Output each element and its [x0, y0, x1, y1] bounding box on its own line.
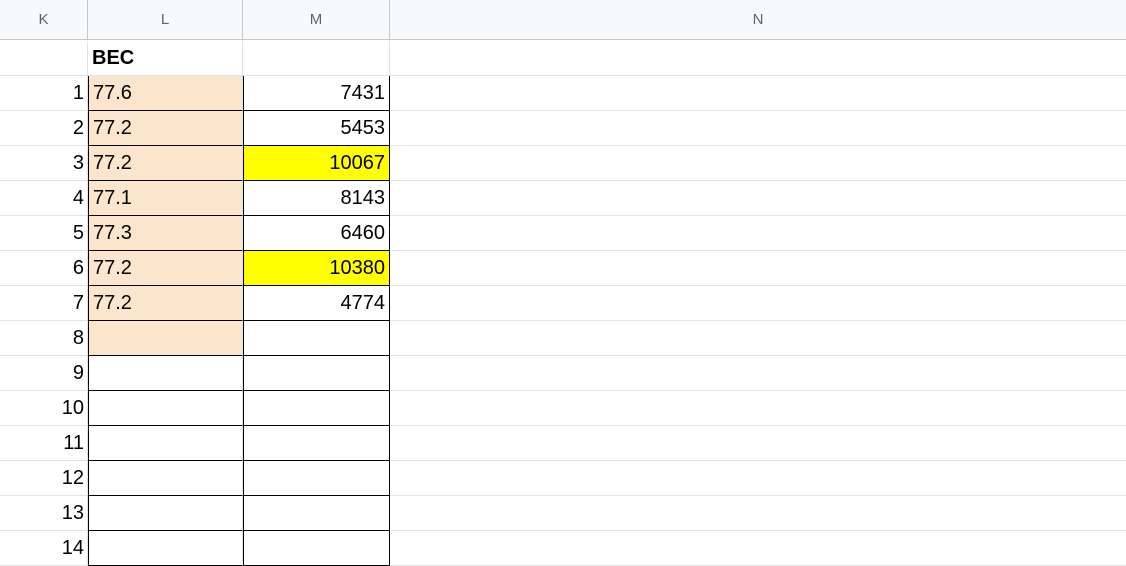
cell-k[interactable]: 4 [0, 181, 88, 216]
table-header-row: BEC [0, 41, 1126, 76]
cell-n[interactable] [390, 426, 1126, 461]
cell-n[interactable] [390, 111, 1126, 146]
cell-k[interactable]: 6 [0, 251, 88, 286]
table-row: 13 [0, 496, 1126, 531]
cell-n[interactable] [390, 76, 1126, 111]
cell-m[interactable] [243, 321, 390, 356]
cell-m[interactable]: 10380 [243, 251, 390, 286]
spreadsheet-grid: K L M N BEC 1 77.6 7431 2 77.2 5453 3 77.2 10067… [0, 0, 1126, 566]
cell-n[interactable] [390, 496, 1126, 531]
cell-m[interactable]: 5453 [243, 111, 390, 146]
table-row: 14 [0, 531, 1126, 566]
cell-n[interactable] [390, 216, 1126, 251]
cell-k[interactable]: 14 [0, 531, 88, 566]
cell-n[interactable] [390, 251, 1126, 286]
cell-k[interactable]: 12 [0, 461, 88, 496]
cell-l[interactable] [88, 531, 243, 566]
cell-k[interactable]: 10 [0, 391, 88, 426]
cell-m[interactable]: 7431 [243, 76, 390, 111]
cell-k-header[interactable] [0, 41, 88, 76]
cell-l[interactable]: 77.2 [88, 251, 243, 286]
cell-l[interactable] [88, 426, 243, 461]
cell-m[interactable]: 10067 [243, 146, 390, 181]
cell-m-header[interactable] [243, 41, 390, 76]
cell-m[interactable] [243, 461, 390, 496]
cell-k[interactable]: 1 [0, 76, 88, 111]
table-row: 12 [0, 461, 1126, 496]
table-row: 2 77.2 5453 [0, 111, 1126, 146]
cell-l[interactable]: 77.2 [88, 146, 243, 181]
cell-m[interactable] [243, 391, 390, 426]
column-header-n[interactable]: N [390, 0, 1126, 40]
table-row: 3 77.2 10067 [0, 146, 1126, 181]
cell-l[interactable]: 77.6 [88, 76, 243, 111]
cell-l[interactable]: 77.1 [88, 181, 243, 216]
cell-l[interactable]: 77.2 [88, 286, 243, 321]
column-header-bar: K L M N [0, 0, 1126, 40]
cell-n[interactable] [390, 146, 1126, 181]
cell-k[interactable]: 2 [0, 111, 88, 146]
table-row: 6 77.2 10380 [0, 251, 1126, 286]
cell-l[interactable] [88, 461, 243, 496]
cell-m[interactable]: 8143 [243, 181, 390, 216]
cell-n[interactable] [390, 286, 1126, 321]
cell-k[interactable]: 5 [0, 216, 88, 251]
column-header-m[interactable]: M [243, 0, 390, 40]
cell-k[interactable]: 13 [0, 496, 88, 531]
column-header-k[interactable]: K [0, 0, 88, 40]
cell-n[interactable] [390, 391, 1126, 426]
cell-m[interactable]: 6460 [243, 216, 390, 251]
cell-l[interactable] [88, 356, 243, 391]
cell-k[interactable]: 11 [0, 426, 88, 461]
cell-n[interactable] [390, 531, 1126, 566]
table-row: 8 [0, 321, 1126, 356]
table-row: 9 [0, 356, 1126, 391]
table-row: 5 77.3 6460 [0, 216, 1126, 251]
cell-l[interactable] [88, 391, 243, 426]
cell-m[interactable] [243, 531, 390, 566]
cell-l[interactable]: 77.2 [88, 111, 243, 146]
cell-l-header[interactable]: BEC [88, 41, 243, 76]
table-row: 11 [0, 426, 1126, 461]
cell-l[interactable]: 77.3 [88, 216, 243, 251]
cell-k[interactable]: 9 [0, 356, 88, 391]
cell-l[interactable] [88, 496, 243, 531]
cell-m[interactable] [243, 426, 390, 461]
cell-n[interactable] [390, 321, 1126, 356]
cell-l[interactable] [88, 321, 243, 356]
cell-k[interactable]: 3 [0, 146, 88, 181]
table-row: 10 [0, 391, 1126, 426]
cell-m[interactable] [243, 496, 390, 531]
table-row: 1 77.6 7431 [0, 76, 1126, 111]
table-row: 7 77.2 4774 [0, 286, 1126, 321]
table-row: 4 77.1 8143 [0, 181, 1126, 216]
cell-n[interactable] [390, 356, 1126, 391]
cell-n-header[interactable] [390, 41, 1126, 76]
cell-m[interactable]: 4774 [243, 286, 390, 321]
cell-n[interactable] [390, 461, 1126, 496]
cell-k[interactable]: 8 [0, 321, 88, 356]
cell-m[interactable] [243, 356, 390, 391]
cell-k[interactable]: 7 [0, 286, 88, 321]
cell-n[interactable] [390, 181, 1126, 216]
column-header-l[interactable]: L [88, 0, 243, 40]
